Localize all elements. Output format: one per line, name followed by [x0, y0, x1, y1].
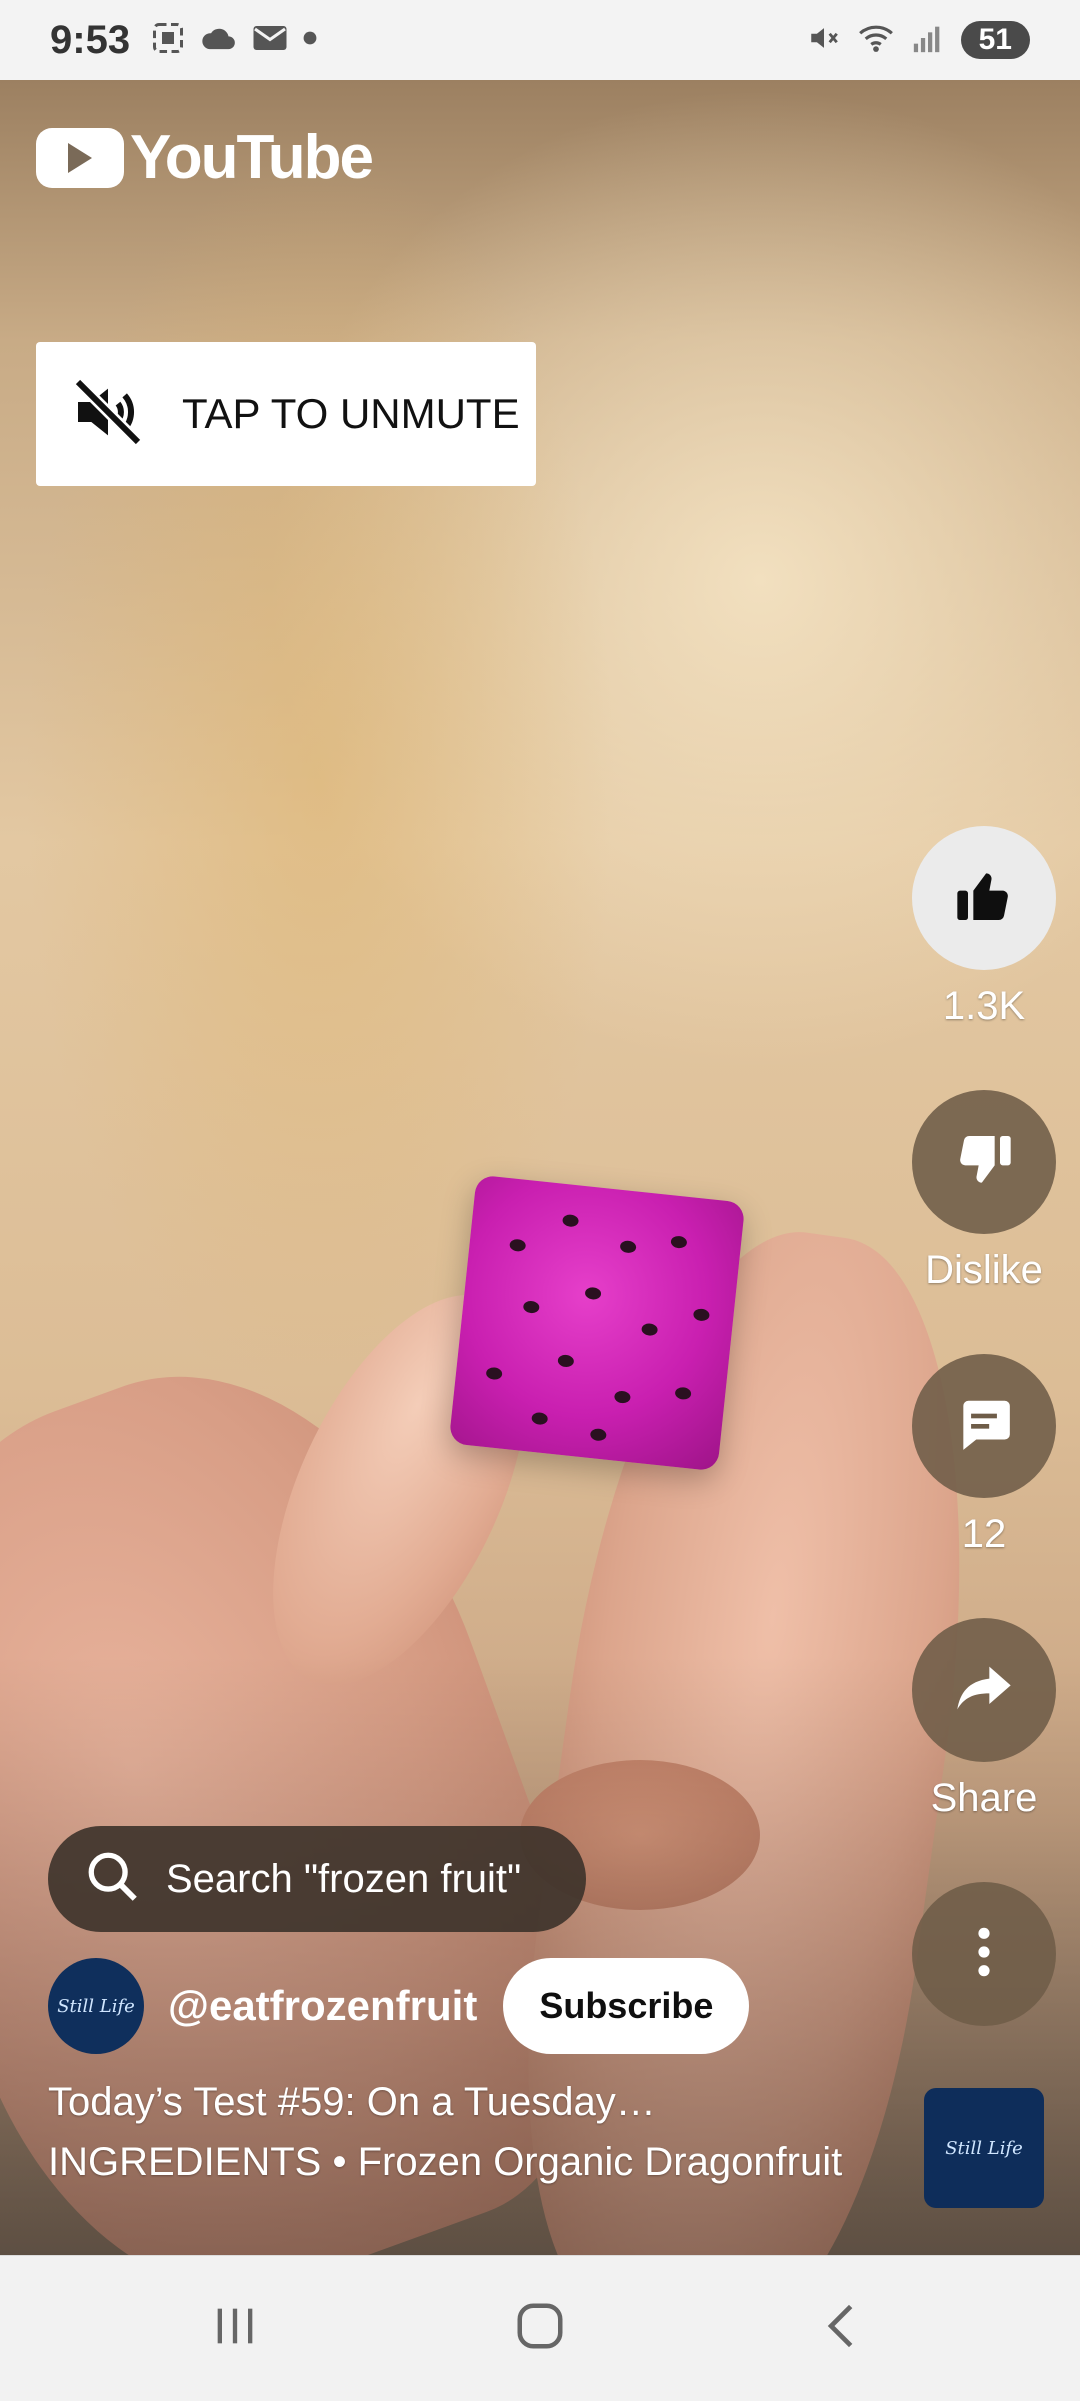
- share-action: Share: [912, 1618, 1056, 1821]
- more-vertical-icon: [974, 1924, 994, 1985]
- subscribe-button[interactable]: Subscribe: [503, 1958, 750, 2054]
- youtube-play-icon: [36, 127, 124, 188]
- channel-row: Still Life @eatfrozenfruit Subscribe: [48, 1958, 750, 2054]
- unmute-label: TAP TO UNMUTE: [182, 390, 520, 437]
- search-suggestion-text: Search "frozen fruit": [166, 1856, 522, 1901]
- more-options-button[interactable]: [912, 1882, 1056, 2026]
- status-left-icons: [150, 20, 318, 61]
- comment-button[interactable]: [912, 1354, 1056, 1498]
- status-right-icons: 51: [807, 21, 1030, 60]
- more-action: [912, 1882, 1056, 2026]
- system-nav-bar: [0, 2255, 1080, 2401]
- channel-avatar[interactable]: Still Life: [48, 1958, 144, 2054]
- channel-handle[interactable]: @eatfrozenfruit: [168, 1982, 477, 2030]
- dislike-label: Dislike: [925, 1248, 1043, 1292]
- recent-apps-icon: [209, 2300, 261, 2357]
- youtube-wordmark: YouTube: [130, 123, 374, 192]
- tap-to-unmute-button[interactable]: TAP TO UNMUTE: [36, 342, 536, 486]
- status-time: 9:53: [50, 17, 131, 62]
- comment-icon: [953, 1393, 1015, 1460]
- search-icon: [84, 1848, 142, 1911]
- status-bar: 9:53 51: [0, 0, 1080, 80]
- video-title[interactable]: Today’s Test #59: On a Tuesday…: [48, 2080, 656, 2125]
- home-button[interactable]: [460, 2256, 620, 2401]
- screenshot-icon: [150, 20, 186, 61]
- mail-icon: [252, 24, 288, 57]
- youtube-logo[interactable]: YouTube: [36, 122, 374, 193]
- volume-off-icon: [68, 372, 148, 457]
- back-button[interactable]: [762, 2256, 922, 2401]
- thumbs-down-icon: [952, 1128, 1016, 1197]
- dot-icon: [302, 30, 318, 51]
- comment-action: 12: [912, 1354, 1056, 1557]
- comment-count: 12: [961, 1512, 1007, 1556]
- wifi-icon: [857, 21, 895, 60]
- cloud-icon: [200, 23, 238, 58]
- search-suggestion-pill[interactable]: Search "frozen fruit": [48, 1826, 586, 1932]
- like-button[interactable]: [912, 826, 1056, 970]
- back-chevron-icon: [816, 2300, 868, 2357]
- recent-apps-button[interactable]: [155, 2256, 315, 2401]
- dislike-button[interactable]: [912, 1090, 1056, 1234]
- like-action: 1.3K: [912, 826, 1056, 1029]
- music-thumb-logo-text: Still Life: [945, 2137, 1023, 2159]
- video-dragonfruit-cube: [448, 1174, 746, 1472]
- dislike-action: Dislike: [912, 1090, 1056, 1293]
- share-button[interactable]: [912, 1618, 1056, 1762]
- thumbs-up-icon: [952, 864, 1016, 933]
- share-label: Share: [930, 1776, 1038, 1820]
- music-thumbnail[interactable]: Still Life: [924, 2088, 1044, 2208]
- avatar-logo-text: Still Life: [57, 1995, 135, 2017]
- home-icon: [513, 2299, 567, 2358]
- like-count: 1.3K: [942, 984, 1026, 1028]
- music-info[interactable]: INGREDIENTS • Frozen Organic Dragonfruit: [48, 2140, 842, 2185]
- signal-icon: [911, 21, 945, 60]
- mute-icon: [807, 21, 841, 60]
- battery-indicator: 51: [960, 21, 1030, 59]
- share-arrow-icon: [952, 1656, 1016, 1725]
